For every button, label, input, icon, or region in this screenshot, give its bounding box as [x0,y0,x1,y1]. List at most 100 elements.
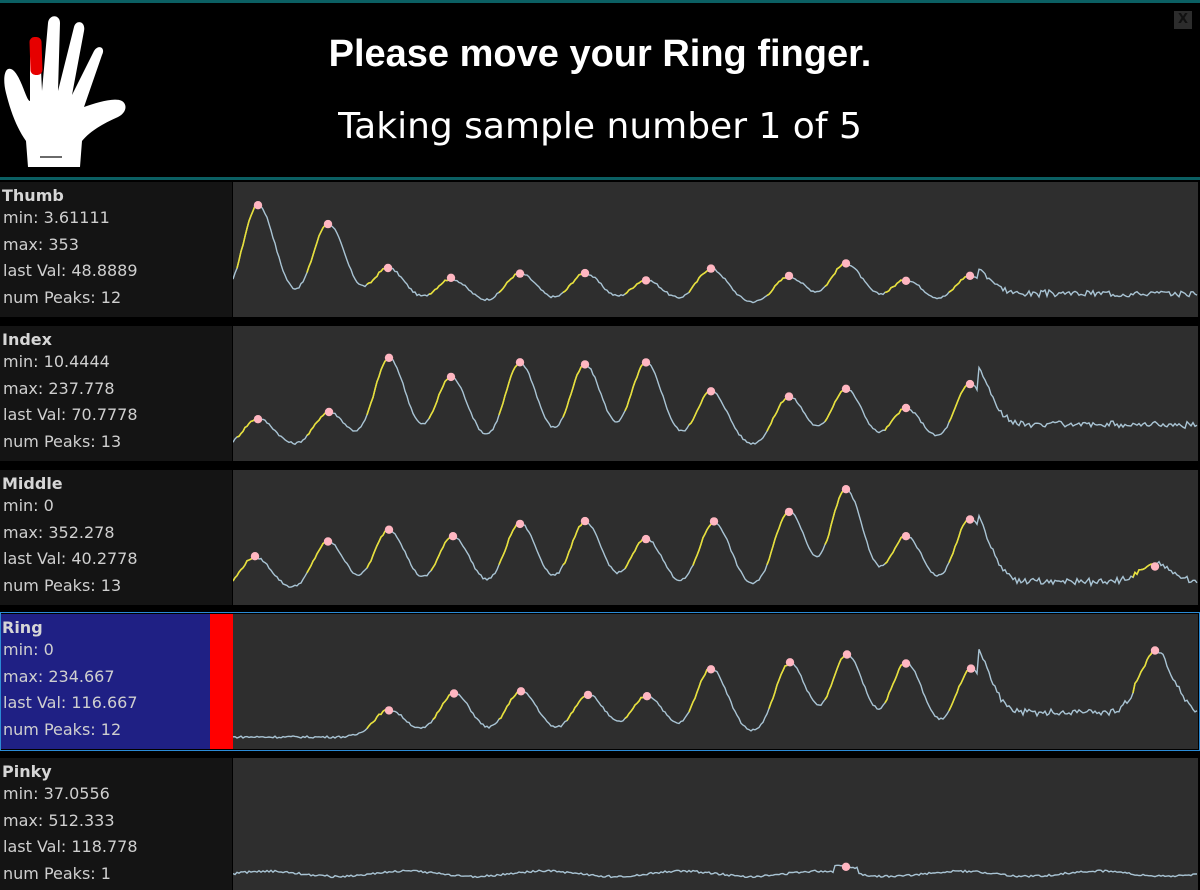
peak-marker [842,650,852,659]
peak-marker [515,519,525,529]
rising-segment [562,520,586,566]
signal-graph [233,326,1198,461]
signal-plot [233,862,1198,879]
signal-plot [233,485,1198,588]
ring-finger-highlight [29,36,43,76]
instruction-title: Please move your Ring finger. [328,33,872,75]
rising-segment [566,694,588,722]
peak-marker [580,268,590,278]
rising-segment [432,692,454,721]
peak-marker [706,665,716,674]
rising-segment [236,418,258,438]
signal-graph [233,758,1198,890]
peak-marker [709,517,719,526]
peak-marker [901,403,911,413]
stat-min: min: 37.0556 [3,784,110,803]
stat-last-val: last Val: 118.778 [3,837,138,856]
peak-marker [841,259,851,268]
finger-name: Index [2,330,52,349]
peak-marker [384,706,394,715]
stat-num-peaks: num Peaks: 12 [3,719,122,739]
peak-marker [784,507,794,517]
rising-segment [766,395,790,432]
rising-segment [768,661,790,709]
active-finger-indicator [210,614,233,749]
peak-marker [448,532,458,541]
peak-marker [641,534,651,544]
finger-stats-panel: Pinky min: 37.0556 max: 512.333 last Val: 1… [0,758,232,890]
rising-segment [624,694,648,720]
stat-num-peaks: num Peaks: 1 [3,863,111,883]
signal-line [233,864,1198,879]
peak-marker [446,273,456,282]
hand-icon [4,16,126,167]
rising-segment [884,662,906,704]
finger-name: Ring [2,618,43,637]
rising-segment [428,376,452,419]
rising-segment [884,535,906,565]
peak-marker [785,658,795,667]
finger-row-index: Index min: 10.4444 max: 237.778 last Val: 7… [0,326,1200,461]
hand-shape [4,16,126,167]
rising-segment [948,518,970,563]
rising-segment [692,520,714,566]
rising-segment [498,361,520,416]
rising-segment [948,275,970,293]
peak-marker [516,687,526,696]
peak-marker [580,516,590,526]
peak-marker [446,372,456,382]
peak-marker [641,358,651,367]
peak-marker [706,387,716,396]
stat-max: max: 512.333 [3,810,115,830]
stat-max: max: 352.278 [3,522,115,542]
peak-marker [580,360,590,369]
instruction-header: Please move your Ring finger. Taking sam… [0,3,1200,178]
stat-num-peaks: num Peaks: 12 [3,287,122,307]
close-button[interactable]: X [1174,11,1192,29]
signal-line [233,488,1198,588]
peak-marker [965,379,975,389]
rising-segment [824,388,846,422]
rising-segment [824,653,848,700]
rising-segment [624,537,646,570]
rising-segment [236,204,258,269]
peak-marker [784,271,794,281]
finger-row-ring: Ring min: 0 max: 234.667 last Val: 116.667 n… [0,612,1200,751]
rising-segment [306,223,328,273]
stat-min: min: 10.4444 [3,352,110,371]
rising-segment [498,272,520,294]
peak-marker [323,537,333,546]
rising-segment [948,668,972,712]
peak-marker [383,263,393,273]
stat-min: min: 0 [3,496,54,515]
finger-stats-panel: Index min: 10.4444 max: 237.778 last Val: 7… [0,326,232,461]
finger-row-pinky: Pinky min: 37.0556 max: 512.333 last Val: 1… [0,758,1200,890]
stat-max: max: 353 [3,234,79,254]
finger-stats-panel: Ring min: 0 max: 234.667 last Val: 116.667 n… [0,614,232,749]
rising-segment [366,529,390,569]
rising-segment [624,361,646,412]
peak-marker [642,692,652,701]
rising-segment [766,510,790,566]
signal-plot [233,353,1198,446]
rising-segment [306,411,330,437]
rising-segment [562,363,586,418]
peak-marker [515,269,525,278]
stat-last-val: last Val: 48.8889 [3,261,138,280]
peak-marker [384,353,394,362]
peak-marker [449,689,459,698]
signal-line [233,356,1198,446]
peak-marker [641,276,651,285]
peak-marker [784,392,794,401]
peak-marker [841,384,851,393]
peak-marker [324,407,334,417]
peak-marker [1150,646,1160,655]
peak-marker [966,664,976,673]
stat-last-val: last Val: 70.7778 [3,405,138,424]
rising-segment [824,262,846,288]
rising-segment [366,267,388,285]
sample-progress-text: Taking sample number 1 of 5 [338,106,862,147]
rising-segment [430,535,454,572]
finger-name: Thumb [2,186,64,205]
rising-segment [562,272,586,294]
